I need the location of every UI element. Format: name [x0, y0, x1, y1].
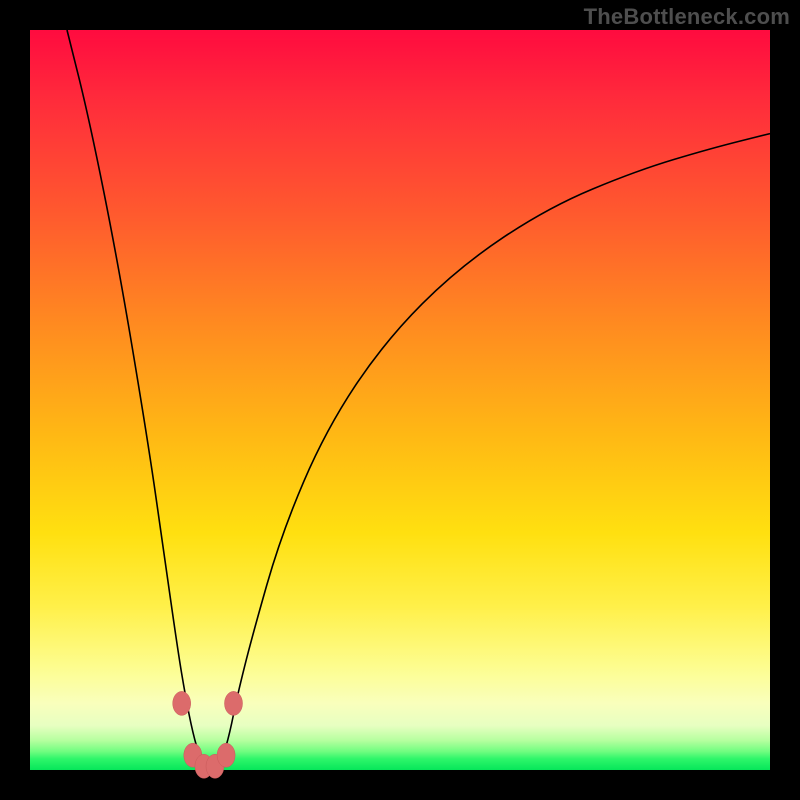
watermark-text: TheBottleneck.com — [584, 4, 790, 30]
bottleneck-curve — [67, 30, 770, 770]
curve-markers — [173, 691, 243, 778]
marker-dot — [173, 691, 191, 715]
chart-frame: TheBottleneck.com — [0, 0, 800, 800]
marker-dot — [217, 743, 235, 767]
marker-dot — [225, 691, 243, 715]
plot-area — [30, 30, 770, 770]
curve-svg — [30, 30, 770, 770]
